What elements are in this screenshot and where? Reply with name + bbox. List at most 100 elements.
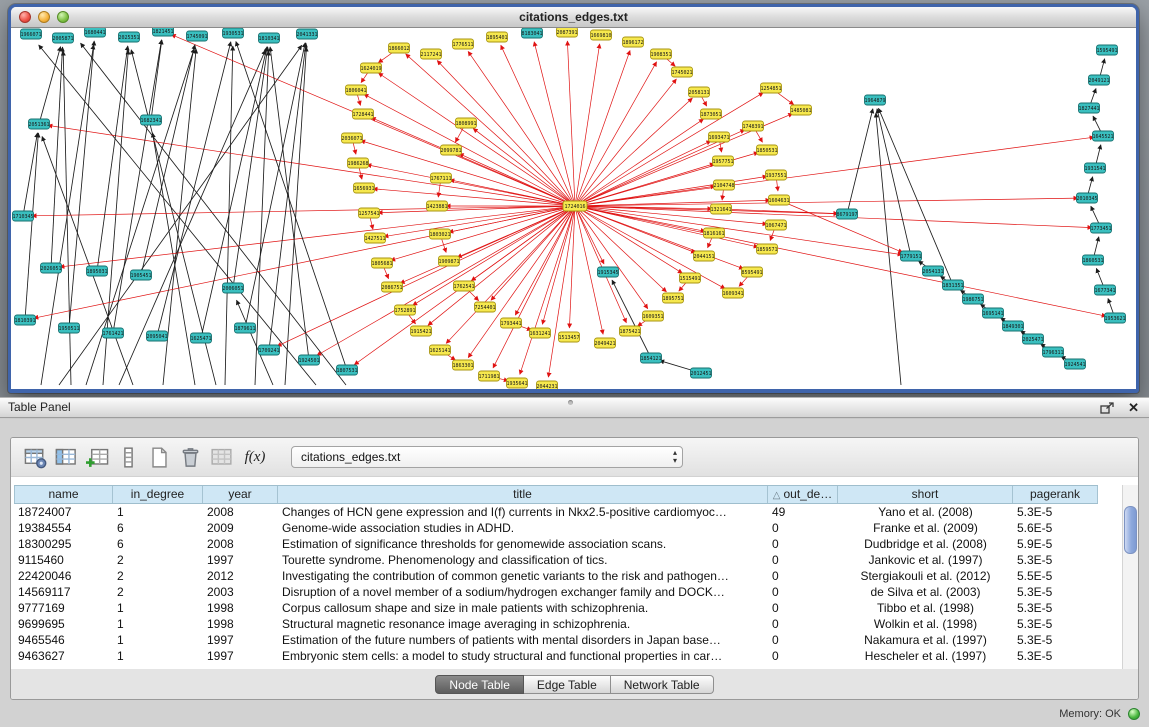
tab-network-table[interactable]: Network Table bbox=[611, 675, 714, 694]
graph-node[interactable]: 2051361 bbox=[28, 119, 49, 129]
tab-edge-table[interactable]: Edge Table bbox=[524, 675, 611, 694]
graph-node[interactable]: 2087391 bbox=[556, 28, 577, 37]
graph-node[interactable]: 2049121 bbox=[1088, 75, 1109, 85]
table-row[interactable]: 946554611997Estimation of the future num… bbox=[14, 632, 1138, 648]
graph-node[interactable]: 1966071 bbox=[20, 29, 41, 39]
graph-node[interactable]: 1821451 bbox=[152, 28, 173, 36]
column-header-name[interactable]: name bbox=[14, 486, 113, 503]
graph-node[interactable]: 1953621 bbox=[1104, 313, 1125, 323]
graph-node[interactable]: 1924541 bbox=[1064, 359, 1085, 369]
graph-node[interactable]: 1710345 bbox=[12, 211, 33, 221]
graph-node[interactable]: 1854121 bbox=[640, 353, 661, 363]
graph-node[interactable]: 7254401 bbox=[474, 302, 495, 312]
graph-node[interactable]: 1931541 bbox=[1084, 163, 1105, 173]
graph-node[interactable]: 1895031 bbox=[86, 266, 107, 276]
combo-stepper-icon[interactable]: ▴▾ bbox=[673, 449, 677, 465]
graph-node[interactable]: 1850531 bbox=[756, 145, 777, 155]
graph-node[interactable]: 1595491 bbox=[1096, 45, 1117, 55]
graph-node[interactable]: 1816161 bbox=[703, 228, 724, 238]
graph-node[interactable]: 1808991 bbox=[455, 118, 476, 128]
graph-node[interactable]: 2086751 bbox=[381, 282, 402, 292]
graph-node[interactable]: 1728441 bbox=[352, 109, 373, 119]
graph-node[interactable]: 1937551 bbox=[765, 170, 786, 180]
row-tools-icon[interactable] bbox=[114, 443, 142, 471]
graph-node[interactable]: 2044231 bbox=[536, 381, 557, 389]
graph-node[interactable]: 1793441 bbox=[500, 318, 521, 328]
graph-node[interactable]: 1669810 bbox=[590, 30, 611, 40]
graph-node[interactable]: 1807531 bbox=[336, 365, 357, 375]
graph-node[interactable]: 1930531 bbox=[222, 28, 243, 38]
column-header-pagerank[interactable]: pagerank bbox=[1013, 486, 1098, 503]
graph-node[interactable]: 1762541 bbox=[453, 281, 474, 291]
close-button[interactable] bbox=[19, 11, 31, 23]
graph-node[interactable]: 2012451 bbox=[690, 368, 711, 378]
graph-node[interactable]: 1859571 bbox=[756, 244, 777, 254]
import-table-icon[interactable] bbox=[207, 443, 235, 471]
window-titlebar[interactable]: citations_edges.txt bbox=[11, 7, 1136, 28]
graph-node[interactable]: 1909871 bbox=[438, 256, 459, 266]
graph-node[interactable]: 2104748 bbox=[713, 180, 734, 190]
graph-node[interactable]: 2036071 bbox=[341, 133, 362, 143]
graph-node[interactable]: 1986751 bbox=[962, 294, 983, 304]
graph-node[interactable]: 1485081 bbox=[790, 105, 811, 115]
graph-node[interactable]: 1645521 bbox=[1092, 131, 1113, 141]
new-file-icon[interactable] bbox=[145, 443, 173, 471]
graph-node[interactable]: 1908351 bbox=[650, 49, 671, 59]
graph-canvas[interactable]: 1724016186601216240191806041172844120360… bbox=[11, 28, 1136, 389]
graph-node[interactable]: 1779151 bbox=[900, 251, 921, 261]
graph-node[interactable]: 1950511 bbox=[58, 323, 79, 333]
column-header-title[interactable]: title bbox=[278, 486, 768, 503]
graph-node[interactable]: 1682341 bbox=[140, 115, 161, 125]
table-row[interactable]: 1872400712008Changes of HCN gene express… bbox=[14, 504, 1138, 520]
column-header-in_degree[interactable]: in_degree bbox=[113, 486, 203, 503]
graph-node[interactable]: 1423881 bbox=[426, 201, 447, 211]
graph-node[interactable]: 1067471 bbox=[765, 220, 786, 230]
graph-node[interactable]: 1709241 bbox=[258, 345, 279, 355]
tab-node-table[interactable]: Node Table bbox=[435, 675, 524, 694]
graph-node[interactable]: 2049421 bbox=[594, 338, 615, 348]
graph-node[interactable]: 1895751 bbox=[662, 293, 683, 303]
graph-node[interactable]: 2041331 bbox=[296, 29, 317, 39]
minimize-button[interactable] bbox=[38, 11, 50, 23]
table-row[interactable]: 1456911722003Disruption of a novel membe… bbox=[14, 584, 1138, 600]
graph-node[interactable]: 1656931 bbox=[353, 183, 374, 193]
graph-node[interactable]: 2025471 bbox=[1022, 334, 1043, 344]
graph-node[interactable]: 1745091 bbox=[186, 31, 207, 41]
graph-node[interactable]: 1693471 bbox=[708, 132, 729, 142]
scrollbar-thumb[interactable] bbox=[1124, 506, 1137, 554]
graph-node[interactable]: 1745021 bbox=[671, 67, 692, 77]
graph-node[interactable]: 1935641 bbox=[506, 378, 527, 388]
graph-node[interactable]: 1866012 bbox=[388, 43, 409, 53]
table-row[interactable]: 977716911998Corpus callosum shape and si… bbox=[14, 600, 1138, 616]
graph-node[interactable]: 1625471 bbox=[190, 333, 211, 343]
graph-node[interactable]: 1796311 bbox=[1042, 347, 1063, 357]
graph-node[interactable]: 1827441 bbox=[1078, 103, 1099, 113]
graph-node[interactable]: 1810341 bbox=[258, 33, 279, 43]
graph-node[interactable]: 1773451 bbox=[1090, 223, 1111, 233]
graph-node[interactable]: 1895401 bbox=[486, 32, 507, 42]
graph-node[interactable]: 1631241 bbox=[529, 328, 550, 338]
graph-node[interactable]: 2026051 bbox=[40, 263, 61, 273]
graph-node[interactable]: 1964879 bbox=[864, 95, 885, 105]
zoom-button[interactable] bbox=[57, 11, 69, 23]
add-column-icon[interactable] bbox=[83, 443, 111, 471]
graph-node[interactable]: 1695141 bbox=[982, 308, 1003, 318]
graph-node[interactable]: 1896172 bbox=[622, 37, 643, 47]
table-scrollbar[interactable] bbox=[1122, 485, 1138, 669]
graph-node[interactable]: 1427511 bbox=[364, 233, 385, 243]
delete-table-icon[interactable] bbox=[176, 443, 204, 471]
graph-node[interactable]: 1915345 bbox=[597, 267, 618, 277]
graph-node[interactable]: 1776511 bbox=[452, 39, 473, 49]
graph-node[interactable]: 1873051 bbox=[700, 109, 721, 119]
graph-node[interactable]: 1863301 bbox=[452, 360, 473, 370]
graph-node[interactable]: 2054131 bbox=[922, 266, 943, 276]
graph-node[interactable]: 1761421 bbox=[102, 328, 123, 338]
graph-node[interactable]: 1806041 bbox=[345, 85, 366, 95]
graph-node[interactable]: 2006051 bbox=[222, 283, 243, 293]
network-view-window[interactable]: citations_edges.txt 17240161866012162401… bbox=[8, 4, 1139, 393]
graph-node[interactable]: 1805681 bbox=[371, 258, 392, 268]
graph-node[interactable]: 2117241 bbox=[420, 49, 441, 59]
graph-node[interactable]: 1767111 bbox=[430, 173, 451, 183]
graph-node[interactable]: 1957751 bbox=[712, 156, 733, 166]
graph-node[interactable]: 1609341 bbox=[722, 288, 743, 298]
